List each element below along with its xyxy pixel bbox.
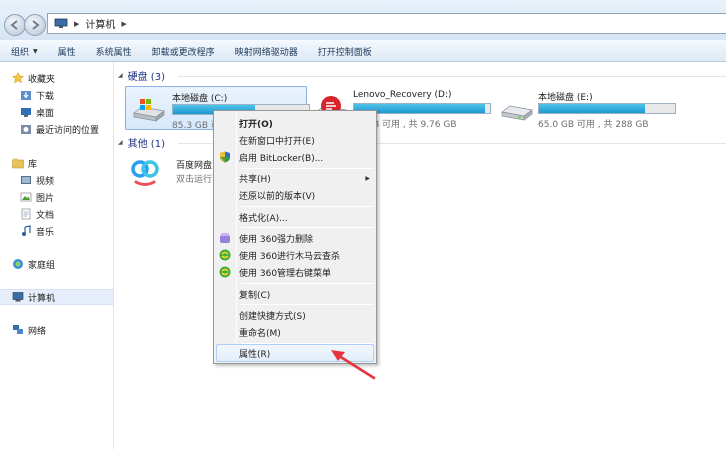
drive-free-space: 65.0 GB 可用 , 共 288 GB (538, 120, 649, 130)
360-logo-icon (219, 266, 231, 278)
homegroup-icon (13, 259, 23, 269)
video-icon (21, 176, 31, 184)
drive-name: 本地磁盘 (C:) (172, 94, 228, 104)
group-divider (178, 76, 726, 77)
menu-item-share[interactable]: 共享(H) ▶ (216, 169, 374, 187)
properties-button[interactable]: 属性 (48, 40, 86, 62)
app-name: 百度网盘 (176, 161, 213, 171)
annotation-arrow-icon (331, 350, 376, 380)
address-row: ▶ 计算机 ▶ (0, 0, 726, 40)
music-icon (22, 225, 31, 236)
hard-drive-icon (501, 105, 533, 121)
desktop-icon (21, 108, 31, 117)
windows-drive-icon (133, 99, 165, 122)
shield-icon (220, 151, 230, 163)
star-icon (12, 72, 24, 84)
360-logo-icon (219, 249, 231, 261)
menu-item-rename[interactable]: 重命名(M) (216, 323, 374, 341)
drive-usage-bar (538, 103, 676, 114)
back-arrow-icon (10, 20, 18, 30)
nav-computer[interactable]: 计算机 (0, 289, 113, 305)
command-bar: 组织 ▼ 属性 系统属性 卸载或更改程序 映射网络驱动器 打开控制面板 (0, 40, 726, 62)
network-icon (13, 325, 23, 334)
back-button[interactable] (4, 14, 26, 36)
dropdown-arrow-icon: ▼ (33, 47, 38, 55)
menu-item-360-scan[interactable]: 使用 360进行木马云查杀 (216, 246, 374, 264)
menu-separator (241, 304, 374, 305)
drive-e[interactable]: 本地磁盘 (E:) 65.0 GB 可用 , 共 288 GB (494, 86, 684, 130)
open-control-panel-button[interactable]: 打开控制面板 (308, 40, 382, 62)
nav-homegroup[interactable]: 家庭组 (12, 256, 125, 272)
collapse-triangle-icon[interactable]: ◢ (118, 139, 123, 146)
forward-button[interactable] (24, 14, 46, 36)
menu-separator (241, 283, 374, 284)
baidu-netdisk-icon (131, 160, 159, 186)
breadcrumb-chevron-icon[interactable]: ▶ (74, 20, 79, 28)
drive-name: 本地磁盘 (E:) (538, 93, 593, 103)
group-header-other[interactable]: ◢ 其他 (1) (118, 135, 165, 150)
menu-item-format[interactable]: 格式化(A)... (216, 208, 374, 226)
drive-usage-fill (539, 104, 646, 113)
document-icon (21, 208, 31, 220)
computer-icon (54, 18, 68, 28)
recent-places-icon (21, 125, 31, 134)
menu-item-open[interactable]: 打开(O) (216, 114, 374, 132)
menu-item-bitlocker[interactable]: 启用 BitLocker(B)... (216, 148, 374, 166)
collapse-triangle-icon[interactable]: ◢ (118, 72, 123, 79)
submenu-arrow-icon: ▶ (365, 174, 370, 182)
nav-libraries[interactable]: 库 (12, 155, 125, 171)
menu-item-create-shortcut[interactable]: 创建快捷方式(S) (216, 306, 374, 324)
menu-item-360-delete[interactable]: 使用 360强力删除 (216, 229, 374, 247)
map-network-drive-button[interactable]: 映射网络驱动器 (225, 40, 308, 62)
menu-separator (241, 227, 374, 228)
uninstall-program-button[interactable]: 卸载或更改程序 (142, 40, 225, 62)
organize-button[interactable]: 组织 ▼ (0, 40, 48, 62)
drive-free-space: GB 可用 , 共 9.76 GB (366, 120, 457, 130)
download-folder-icon (21, 91, 31, 100)
forward-arrow-icon (32, 20, 40, 30)
breadcrumb-computer[interactable]: 计算机 (85, 16, 115, 31)
context-menu: 打开(O) 在新窗口中打开(E) 启用 BitLocker(B)... 共享(H… (213, 110, 377, 364)
picture-icon (20, 192, 32, 202)
nav-favorites[interactable]: 收藏夹 (12, 70, 125, 86)
breadcrumb-chevron-icon[interactable]: ▶ (121, 20, 126, 28)
group-header-hard-drives[interactable]: ◢ 硬盘 (3) (118, 68, 165, 83)
library-icon (12, 158, 24, 169)
content-pane: ◢ 硬盘 (3) 本地磁盘 (C:) 85.3 GB 可用 Lenovo_Rec… (114, 62, 726, 449)
menu-item-copy[interactable]: 复制(C) (216, 285, 374, 303)
nav-network[interactable]: 网络 (12, 322, 125, 338)
computer-icon (12, 292, 24, 302)
360-shredder-icon (220, 233, 230, 243)
menu-item-open-new-window[interactable]: 在新窗口中打开(E) (216, 131, 374, 149)
system-properties-button[interactable]: 系统属性 (86, 40, 142, 62)
navigation-pane: 收藏夹 下载 桌面 最近访问的位置 库 视频 图片 文档 音乐 家庭组 计算机 (0, 62, 114, 449)
address-bar[interactable]: ▶ 计算机 ▶ (47, 13, 726, 34)
menu-item-360-manage[interactable]: 使用 360管理右键菜单 (216, 263, 374, 281)
menu-separator (241, 206, 374, 207)
drive-name: Lenovo_Recovery (D:) (353, 90, 452, 100)
menu-item-restore-versions[interactable]: 还原以前的版本(V) (216, 186, 374, 204)
